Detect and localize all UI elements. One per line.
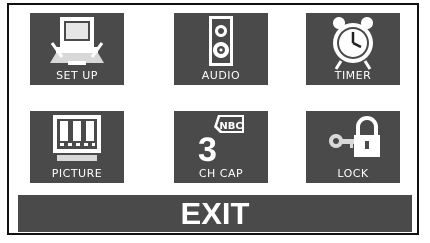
timer-menu-button[interactable]: TIMER	[306, 13, 400, 85]
picture-menu-button[interactable]: PICTURE	[30, 111, 124, 183]
audio-label: AUDIO	[201, 69, 241, 82]
exit-button[interactable]: EXIT	[18, 195, 412, 232]
ch-cap-label: CH CAP	[198, 167, 244, 180]
lock-menu-button[interactable]: LOCK	[306, 111, 400, 183]
timer-label: TIMER	[334, 69, 372, 82]
setup-menu-button[interactable]: SET UP	[30, 13, 124, 85]
audio-menu-button[interactable]: AUDIO	[174, 13, 268, 85]
setup-label: SET UP	[56, 69, 98, 82]
ch-cap-number: 3	[198, 131, 217, 169]
picture-label: PICTURE	[51, 167, 103, 180]
lock-label: LOCK	[337, 167, 369, 180]
ch-cap-network: NBC	[219, 121, 242, 132]
ch-cap-menu-button[interactable]: 3 NBC CH CAP	[174, 111, 268, 183]
